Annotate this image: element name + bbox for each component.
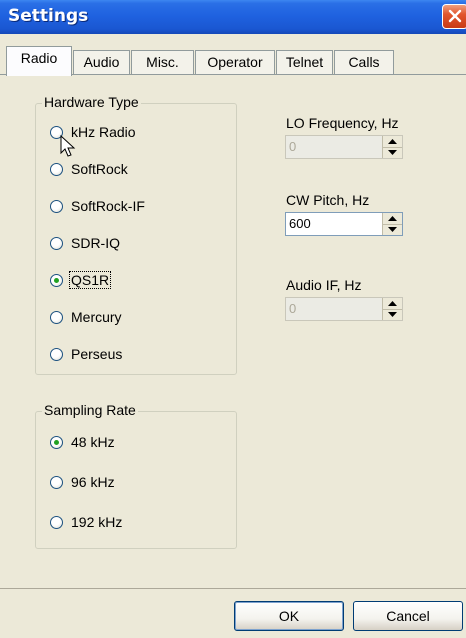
radio-label: Perseus <box>71 346 123 362</box>
audio-if-value: 0 <box>289 301 297 316</box>
radio-label: 48 kHz <box>71 434 115 450</box>
footer-separator <box>0 588 466 589</box>
arrow-up-icon <box>388 215 397 221</box>
tab-strip: Radio Audio Misc. Operator Telnet Calls <box>0 34 466 78</box>
spin-down-button <box>382 308 402 320</box>
radio-option-96khz[interactable]: 96 kHz <box>50 472 116 492</box>
radio-option-softrock-if[interactable]: SoftRock-IF <box>50 196 146 216</box>
radio-button-selected[interactable] <box>50 273 63 287</box>
radio-option-192khz[interactable]: 192 kHz <box>50 512 123 532</box>
arrow-down-icon <box>388 150 397 156</box>
radio-label: SoftRock <box>71 161 128 177</box>
radio-button-selected[interactable] <box>50 435 63 449</box>
radio-label: kHz Radio <box>71 124 136 140</box>
ok-button[interactable]: OK <box>234 601 344 631</box>
arrow-down-icon <box>388 227 397 233</box>
sampling-rate-legend: Sampling Rate <box>42 402 138 418</box>
radio-label: 192 kHz <box>71 514 123 530</box>
close-button[interactable] <box>442 4 466 29</box>
radio-button[interactable] <box>50 199 63 213</box>
lo-frequency-label: LO Frequency, Hz <box>286 115 399 131</box>
spin-down-button[interactable] <box>382 223 402 235</box>
tab-misc[interactable]: Misc. <box>131 50 194 74</box>
spin-buttons <box>382 136 402 158</box>
close-icon <box>448 9 462 23</box>
arrow-up-icon <box>388 138 397 144</box>
cw-pitch-spinbox[interactable]: 600 <box>285 212 403 236</box>
cw-pitch-value[interactable]: 600 <box>286 213 382 235</box>
window-title: Settings <box>8 6 89 26</box>
arrow-up-icon <box>388 300 397 306</box>
dialog-client: Radio Audio Misc. Operator Telnet Calls … <box>0 34 466 638</box>
radio-option-sdr-iq[interactable]: SDR-IQ <box>50 233 121 253</box>
tab-panel-radio: Hardware Type kHz Radio SoftRock SoftRoc… <box>0 74 466 629</box>
radio-option-mercury[interactable]: Mercury <box>50 307 123 327</box>
radio-button[interactable] <box>50 515 63 529</box>
spin-up-button[interactable] <box>382 213 402 224</box>
arrow-down-icon <box>388 312 397 318</box>
radio-button[interactable] <box>50 310 63 324</box>
lo-frequency-spinbox: 0 <box>285 135 403 159</box>
spin-buttons <box>382 298 402 320</box>
spin-up-button <box>382 136 402 147</box>
audio-if-label: Audio IF, Hz <box>286 277 362 293</box>
cw-pitch-label: CW Pitch, Hz <box>286 192 370 208</box>
title-bar: Settings <box>0 0 466 34</box>
spin-up-button <box>382 298 402 309</box>
mouse-pointer-icon <box>60 135 76 157</box>
radio-label: SoftRock-IF <box>71 198 145 214</box>
audio-if-spinbox: 0 <box>285 297 403 321</box>
lo-frequency-value: 0 <box>289 139 297 154</box>
radio-label: SDR-IQ <box>71 235 120 251</box>
radio-option-48khz[interactable]: 48 kHz <box>50 432 116 452</box>
spin-down-button <box>382 146 402 158</box>
radio-button[interactable] <box>50 347 63 361</box>
tab-radio[interactable]: Radio <box>6 46 72 76</box>
radio-button[interactable] <box>50 236 63 250</box>
tab-audio[interactable]: Audio <box>73 50 130 74</box>
tab-calls[interactable]: Calls <box>334 50 394 74</box>
tab-telnet[interactable]: Telnet <box>276 50 333 74</box>
radio-label: Mercury <box>71 309 122 325</box>
radio-option-softrock[interactable]: SoftRock <box>50 159 129 179</box>
tab-operator[interactable]: Operator <box>195 50 275 74</box>
hardware-type-legend: Hardware Type <box>42 94 141 110</box>
radio-button[interactable] <box>50 475 63 489</box>
cancel-button[interactable]: Cancel <box>353 601 463 631</box>
radio-option-perseus[interactable]: Perseus <box>50 344 123 364</box>
sampling-rate-group: Sampling Rate 48 kHz 96 kHz 192 kHz <box>35 402 237 549</box>
radio-option-qs1r[interactable]: QS1R <box>50 270 112 290</box>
radio-label: 96 kHz <box>71 474 115 490</box>
radio-label: QS1R <box>68 271 112 289</box>
radio-button[interactable] <box>50 162 63 176</box>
spin-buttons <box>382 213 402 235</box>
